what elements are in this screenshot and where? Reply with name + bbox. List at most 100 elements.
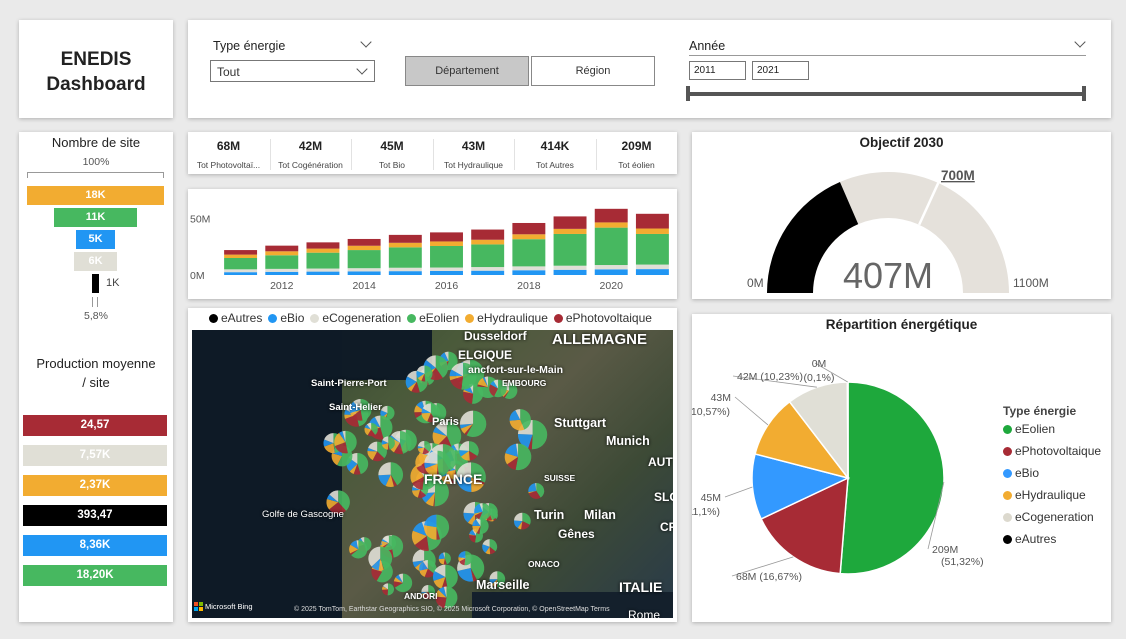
bar-segment-eHydraulique[interactable] <box>553 228 587 234</box>
bar-segment-eHydraulique[interactable] <box>635 228 669 234</box>
bar-segment-ePhotovoltaique[interactable] <box>347 238 381 246</box>
map-copyright[interactable]: © 2025 TomTom, Earthstar Geographics SIO… <box>294 606 610 613</box>
bar-segment-ePhotovoltaique[interactable] <box>306 242 340 249</box>
bar-segment-ePhotovoltaique[interactable] <box>553 216 587 229</box>
production-bar[interactable]: 18,20K <box>23 565 167 586</box>
map-label-cro: CRO <box>660 520 673 534</box>
bar-segment-eBio[interactable] <box>594 269 628 275</box>
year-end-input[interactable]: 2021 <box>752 61 809 80</box>
bar-segment-eCogeneration[interactable] <box>306 268 340 272</box>
bar-segment-eHydraulique[interactable] <box>306 248 340 253</box>
map-legend-item[interactable]: eBio <box>268 311 304 325</box>
bar-segment-eCogeneration[interactable] <box>430 267 463 271</box>
bar-segment-eBio[interactable] <box>553 269 587 275</box>
bar-segment-eEolien[interactable] <box>388 247 422 268</box>
bar-segment-ePhotovoltaique[interactable] <box>430 232 463 242</box>
bar-segment-eEolien[interactable] <box>347 250 381 269</box>
bar-segment-ePhotovoltaique[interactable] <box>265 245 299 252</box>
pie-legend-item[interactable]: eCogeneration <box>1003 510 1101 524</box>
bar-segment-eEolien[interactable] <box>553 233 587 266</box>
bar-segment-eBio[interactable] <box>306 271 340 275</box>
map-view[interactable]: Dusseldorf ALLEMAGNE ELGIQUE ancfort-sur… <box>192 330 673 618</box>
year-slider-handle-end[interactable] <box>1082 86 1086 101</box>
bar-segment-eEolien[interactable] <box>265 255 299 269</box>
bar-segment-eEolien[interactable] <box>512 239 546 267</box>
map-legend-item[interactable]: eCogeneration <box>310 311 401 325</box>
pie-legend-item[interactable]: eBio <box>1003 466 1101 480</box>
bar-segment-eHydraulique[interactable] <box>265 251 299 256</box>
bar-segment-eEolien[interactable] <box>594 227 628 266</box>
bar-segment-eCogeneration[interactable] <box>553 265 587 270</box>
year-slider-track[interactable] <box>688 92 1085 96</box>
bar-segment-eHydraulique[interactable] <box>224 254 258 258</box>
x-tick-label: 2012 <box>270 280 294 292</box>
bar-segment-eBio[interactable] <box>635 269 669 275</box>
bar-segment-eBio[interactable] <box>471 270 505 275</box>
pie-data-label: 0M <box>812 358 827 370</box>
bar-segment-eCogeneration[interactable] <box>224 269 258 273</box>
type-energie-dropdown[interactable]: Tout <box>210 60 375 82</box>
funnel-bar[interactable] <box>91 274 100 293</box>
departement-button[interactable]: Département <box>405 56 529 86</box>
chevron-down-icon[interactable] <box>360 36 372 48</box>
legend-dot-icon <box>1003 424 1012 434</box>
bar-segment-ePhotovoltaique[interactable] <box>594 208 628 223</box>
production-bar[interactable]: 7,57K <box>23 445 167 466</box>
year-start-input[interactable]: 2011 <box>689 61 746 80</box>
map-legend-item[interactable]: eAutres <box>209 311 262 325</box>
bar-segment-eHydraulique[interactable] <box>594 222 628 228</box>
bar-segment-eCogeneration[interactable] <box>594 265 628 270</box>
stacked-bar-chart: 50M 0M 2012 2014 2016 2018 2020 <box>190 208 669 292</box>
bar-segment-ePhotovoltaique[interactable] <box>224 250 258 255</box>
bar-segment-eCogeneration[interactable] <box>265 268 299 272</box>
bar-segment-eHydraulique[interactable] <box>388 242 422 248</box>
map-legend-item[interactable]: eHydraulique <box>465 311 548 325</box>
bar-segment-eHydraulique[interactable] <box>347 245 381 251</box>
bar-segment-eBio[interactable] <box>388 271 422 275</box>
bar-segment-eCogeneration[interactable] <box>347 268 381 272</box>
map-label-stuttgart: Stuttgart <box>554 416 607 430</box>
bar-segment-eCogeneration[interactable] <box>512 266 546 271</box>
bar-segment-eBio[interactable] <box>265 271 299 275</box>
bar-segment-ePhotovoltaique[interactable] <box>388 234 422 243</box>
bar-segment-eCogeneration[interactable] <box>471 267 505 271</box>
bar-segment-eHydraulique[interactable] <box>512 234 546 240</box>
pie-legend-item[interactable]: ePhotovoltaique <box>1003 444 1101 458</box>
bar-segment-eBio[interactable] <box>224 272 258 275</box>
bar-segment-ePhotovoltaique[interactable] <box>512 222 546 235</box>
bar-segment-eEolien[interactable] <box>430 245 463 268</box>
production-bar[interactable]: 24,57 <box>23 415 167 436</box>
bar-segment-eEolien[interactable] <box>306 252 340 269</box>
kpi-value: 209M <box>621 139 652 153</box>
bar-segment-eEolien[interactable] <box>635 233 669 265</box>
bar-segment-eBio[interactable] <box>430 270 463 275</box>
funnel-bar[interactable]: 5K <box>76 230 115 249</box>
funnel-bar[interactable]: 18K <box>27 186 164 205</box>
bar-segment-eEolien[interactable] <box>471 244 505 268</box>
pie-slice-eAutres[interactable] <box>846 381 849 479</box>
bar-segment-ePhotovoltaique[interactable] <box>471 229 505 240</box>
production-bar[interactable]: 8,36K <box>23 535 167 556</box>
map-legend-item[interactable]: eEolien <box>407 311 459 325</box>
funnel-bar[interactable]: 6K <box>74 252 117 271</box>
bar-segment-eEolien[interactable] <box>224 258 258 270</box>
pie-legend-item[interactable]: eHydraulique <box>1003 488 1101 502</box>
pie-legend-item[interactable]: eAutres <box>1003 532 1101 546</box>
bar-segment-eBio[interactable] <box>347 271 381 275</box>
map-legend-item[interactable]: ePhotovoltaique <box>553 311 652 325</box>
bar-segment-eCogeneration[interactable] <box>388 267 422 272</box>
production-bar[interactable]: 393,47 <box>23 505 167 526</box>
pie-legend-item[interactable]: eEolien <box>1003 422 1101 436</box>
pie-slice-eEolien[interactable] <box>839 381 945 575</box>
year-slider-handle-start[interactable] <box>686 86 690 101</box>
chevron-down-icon[interactable] <box>1074 36 1086 48</box>
bar-segment-ePhotovoltaique[interactable] <box>635 213 669 229</box>
funnel-bar[interactable]: 11K <box>53 208 138 227</box>
bar-segment-eBio[interactable] <box>512 270 546 275</box>
production-bar[interactable]: 2,37K <box>23 475 167 496</box>
bar-segment-eCogeneration[interactable] <box>635 264 669 270</box>
pie-legend: eEolien ePhotovoltaique eBio eHydraulique eC… <box>1003 422 1101 554</box>
region-button[interactable]: Région <box>531 56 655 86</box>
bar-segment-eHydraulique[interactable] <box>430 241 463 246</box>
bar-segment-eHydraulique[interactable] <box>471 239 505 245</box>
